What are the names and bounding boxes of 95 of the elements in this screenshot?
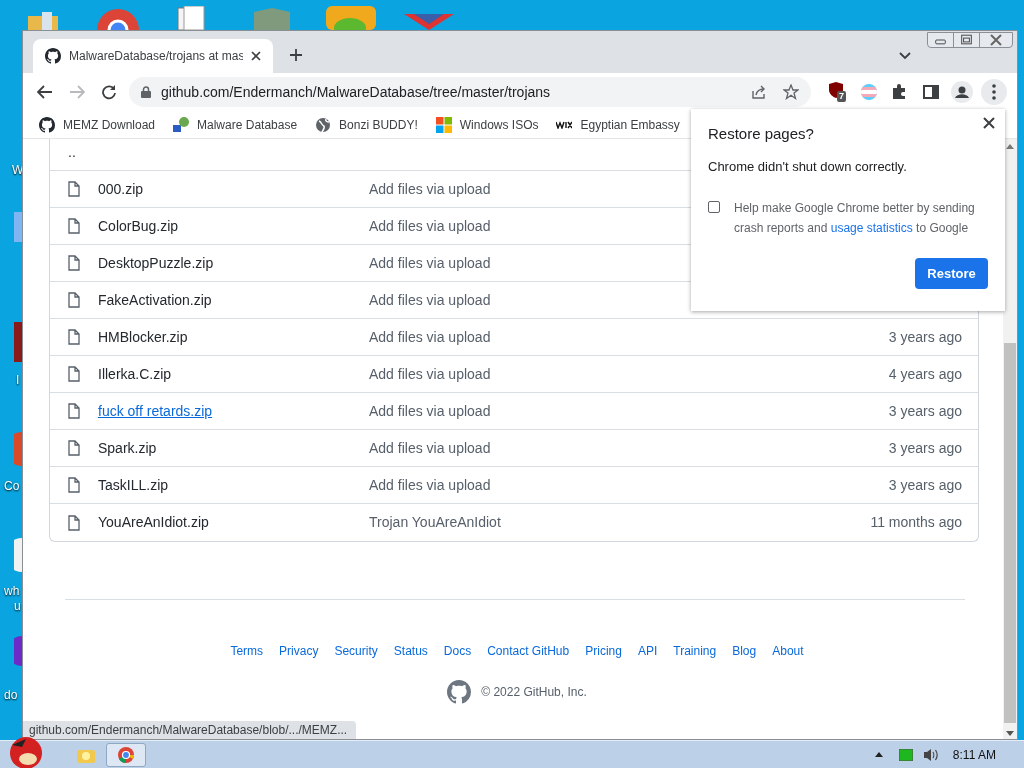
file-link[interactable]: ColorBug.zip xyxy=(98,215,369,237)
file-link[interactable]: Illerka.C.zip xyxy=(98,363,369,385)
reload-icon[interactable] xyxy=(101,84,117,100)
puzzle-icon[interactable] xyxy=(891,84,907,100)
footer-link[interactable]: Blog xyxy=(732,642,757,660)
commit-message-link[interactable]: Add files via upload xyxy=(369,326,491,348)
scrollbar[interactable] xyxy=(1003,139,1017,739)
file-link[interactable]: DesktopPuzzle.zip xyxy=(98,252,369,274)
commit-message-link[interactable]: Add files via upload xyxy=(369,178,491,200)
file-icon xyxy=(68,477,80,493)
side-panel-icon[interactable] xyxy=(923,84,939,100)
close-icon[interactable] xyxy=(251,51,261,61)
file-icon xyxy=(68,366,80,382)
menu-icon[interactable] xyxy=(981,79,1007,105)
logo-icon xyxy=(556,120,573,129)
show-hidden-icons-icon[interactable] xyxy=(874,752,883,757)
file-link[interactable]: 000.zip xyxy=(98,178,369,200)
scroll-down-icon[interactable] xyxy=(1006,731,1014,737)
commit-message-link[interactable]: Add files via upload xyxy=(369,289,491,311)
speaker-icon[interactable] xyxy=(922,747,939,762)
commit-age: 11 months ago xyxy=(870,513,962,532)
address-bar[interactable]: github.com/Endermanch/MalwareDatabase/tree/master/trojans xyxy=(129,77,811,107)
network-icon xyxy=(173,116,190,133)
commit-age: 3 years ago xyxy=(888,401,962,421)
battery-icon[interactable] xyxy=(898,748,913,761)
commit-age: 4 years ago xyxy=(888,364,962,384)
commit-message-link[interactable]: Add files via upload xyxy=(369,400,491,422)
file-link[interactable]: HMBlocker.zip xyxy=(98,326,369,348)
new-tab-icon[interactable] xyxy=(289,48,303,62)
restore-button[interactable]: Restore xyxy=(915,258,988,289)
share-icon[interactable] xyxy=(751,84,767,100)
bookmark[interactable]: Egyptian Embassy xyxy=(556,115,680,134)
commit-message-link[interactable]: Add files via upload xyxy=(369,252,491,274)
github-icon xyxy=(39,116,55,133)
app-icon[interactable] xyxy=(14,636,22,666)
dialog-title: Restore pages? xyxy=(708,124,815,144)
footer-link[interactable]: API xyxy=(637,642,658,660)
close-icon[interactable] xyxy=(983,117,995,129)
file-icon xyxy=(68,440,80,456)
scroll-up-icon[interactable] xyxy=(1006,143,1014,149)
commit-message-link[interactable]: Trojan YouAreAnIdiot xyxy=(369,512,501,533)
github-icon[interactable] xyxy=(447,680,472,704)
profile-icon[interactable] xyxy=(951,81,973,103)
star-icon[interactable] xyxy=(783,84,799,100)
windows-icon xyxy=(435,116,452,133)
commit-message-link[interactable]: Add files via upload xyxy=(369,474,491,496)
file-link[interactable]: fuck off retards.zip xyxy=(98,400,369,422)
file-link[interactable]: Spark.zip xyxy=(98,437,369,459)
footer-link[interactable]: Pricing xyxy=(585,642,622,660)
commit-message-link[interactable]: Add files via upload xyxy=(369,363,491,385)
commit-message-link[interactable]: Add files via upload xyxy=(369,437,491,459)
bookmark[interactable]: Windows ISOs xyxy=(435,115,539,134)
file-icon xyxy=(68,514,80,531)
file-icon xyxy=(68,255,80,271)
globe-icon xyxy=(315,116,332,133)
cards-icon[interactable] xyxy=(176,6,206,30)
usage-statistics-link[interactable]: usage statistics xyxy=(830,221,913,235)
footer-link[interactable]: Docs xyxy=(443,642,472,660)
bookmark[interactable]: Bonzi BUDDY! xyxy=(315,115,418,134)
status-bubble: github.com/Endermanch/MalwareDatabase/blob/.../MEMZ... xyxy=(23,721,356,739)
footer-link[interactable]: Terms xyxy=(230,642,264,660)
footer-link[interactable]: Contact GitHub xyxy=(487,642,570,660)
checkbox[interactable] xyxy=(708,201,720,213)
clock[interactable]: 8:11 AM xyxy=(952,745,996,764)
footer-link[interactable]: Security xyxy=(334,642,378,660)
footer-link[interactable]: Status xyxy=(393,642,428,660)
bookmark[interactable]: MEMZ Download xyxy=(39,115,156,134)
commit-message-link[interactable]: Add files via upload xyxy=(369,215,491,237)
file-link[interactable]: TaskILL.zip xyxy=(98,474,369,496)
commit-age: 3 years ago xyxy=(888,475,962,495)
parent-directory-link[interactable]: .. xyxy=(68,141,76,163)
file-icon xyxy=(68,218,80,234)
copyright-text: © 2022 GitHub, Inc. xyxy=(481,684,587,701)
commit-age: 3 years ago xyxy=(888,438,962,458)
github-icon xyxy=(45,48,61,64)
file-link[interactable]: FakeActivation.zip xyxy=(98,289,369,311)
back-icon[interactable] xyxy=(37,85,53,99)
file-icon xyxy=(68,329,80,345)
dialog-message: Chrome didn't shut down correctly. xyxy=(708,157,908,176)
lock-icon[interactable] xyxy=(141,86,151,98)
taskbar-button[interactable] xyxy=(106,742,146,767)
footer-link[interactable]: Privacy xyxy=(279,642,319,660)
extension-badge: 7 xyxy=(837,91,846,102)
file-link[interactable]: YouAreAnIdiot.zip xyxy=(98,512,369,533)
scrollbar-thumb[interactable] xyxy=(1004,343,1016,723)
footer-link[interactable]: Training xyxy=(673,642,717,660)
commit-age: 3 years ago xyxy=(888,327,962,347)
file-icon xyxy=(68,403,80,419)
checkbox-label: Help make Google Chrome better by sending crash reports and usage statistics to Google xyxy=(734,200,976,237)
browser-icon xyxy=(118,746,134,763)
footer-link[interactable]: About xyxy=(772,642,804,660)
file-icon xyxy=(68,181,80,197)
tab-search-icon[interactable] xyxy=(899,52,911,60)
bookmark[interactable]: Malware Database xyxy=(173,115,298,134)
file-icon xyxy=(68,292,80,308)
